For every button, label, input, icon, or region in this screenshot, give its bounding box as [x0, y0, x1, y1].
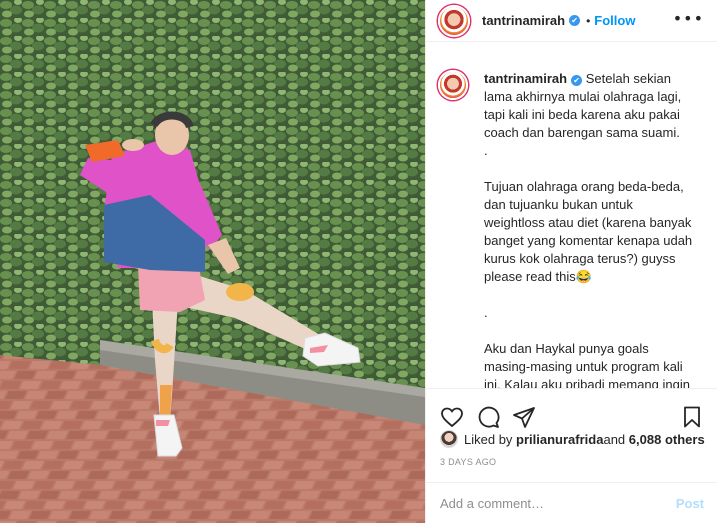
post-header: tantrinamirah ✔ • Follow ••• — [426, 0, 717, 42]
likes-and: and — [603, 431, 626, 447]
likes-count[interactable]: 6,088 others — [629, 432, 705, 447]
post-caption: tantrinamirah ✔ Setelah sekian lama akhir… — [484, 70, 694, 388]
post-actions — [426, 388, 717, 434]
header-separator: • — [586, 13, 591, 28]
caption-text: Setelah sekian lama akhirnya mulai olahr… — [484, 71, 693, 388]
liker-avatar[interactable] — [440, 430, 458, 448]
share-icon[interactable] — [512, 405, 536, 429]
bookmark-icon[interactable] — [680, 405, 704, 429]
comments-area[interactable]: tantrinamirah ✔ Setelah sekian lama akhir… — [426, 58, 717, 388]
post-comment-button[interactable]: Post — [676, 496, 704, 511]
verified-badge-icon: ✔ — [569, 15, 581, 26]
photo-illustration — [0, 0, 425, 523]
comment-icon[interactable] — [476, 405, 500, 429]
likes-summary: Liked by prilianurafrida and 6,088 other… — [440, 430, 705, 448]
follow-button[interactable]: Follow — [594, 13, 635, 28]
post-date[interactable]: 3 DAYS AGO — [440, 457, 496, 467]
heart-icon[interactable] — [440, 405, 464, 429]
author-username[interactable]: tantrinamirah — [482, 13, 565, 28]
caption-username[interactable]: tantrinamirah — [484, 71, 567, 86]
more-options-icon[interactable]: ••• — [673, 11, 704, 27]
caption-author-avatar[interactable] — [438, 70, 468, 100]
add-comment-bar: Post — [426, 482, 717, 523]
likes-prefix: Liked by — [464, 431, 513, 447]
comment-input[interactable] — [440, 495, 676, 511]
post-side-panel: tantrinamirah ✔ • Follow ••• tantrinamir… — [425, 0, 717, 523]
caption-verified-badge-icon: ✔ — [571, 75, 583, 86]
post-photo[interactable] — [0, 0, 425, 523]
author-avatar[interactable] — [438, 4, 470, 37]
likes-user[interactable]: prilianurafrida — [516, 432, 603, 447]
